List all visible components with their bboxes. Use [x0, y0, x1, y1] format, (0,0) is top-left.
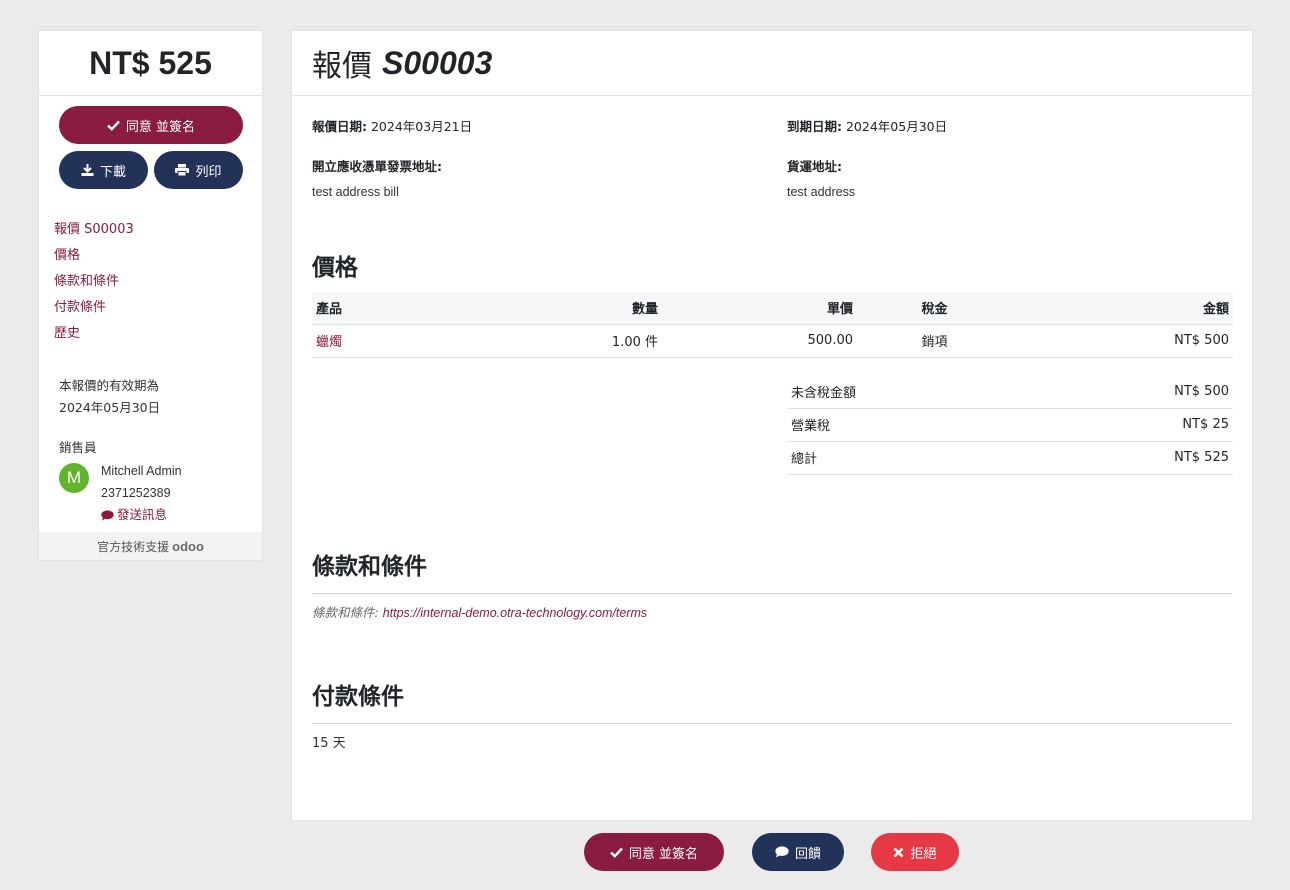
- chat-bubble-icon: [101, 509, 114, 521]
- nav-item-pricing[interactable]: 價格: [54, 243, 247, 269]
- page-title: 報價 S00003: [292, 31, 1252, 96]
- row-unit-price: 500.00: [662, 324, 857, 358]
- section-nav: 報價 S00003 價格 條款和條件 付款條件 歷史: [39, 189, 262, 347]
- terms-text: 條款和條件: https://internal-demo.otra-techno…: [312, 602, 1232, 621]
- validity-date: 2024年05月30日: [59, 400, 161, 415]
- quotation-info: 報價日期: 2024年03月21日 開立應收憑單發票地址: test addre…: [312, 96, 1232, 204]
- shipping-address-label: 貨運地址:: [787, 159, 842, 174]
- subtotal-label: 未含稅金額: [791, 386, 857, 401]
- accept-sign-button[interactable]: 同意 並簽名: [59, 106, 243, 144]
- terms-link[interactable]: https://internal-demo.otra-technology.co…: [383, 606, 647, 620]
- send-message-label: 發送訊息: [117, 507, 168, 522]
- col-quantity: 數量: [572, 292, 662, 325]
- col-unit-price: 單價: [662, 292, 857, 325]
- tax-row: 營業稅 NT$ 25: [787, 409, 1233, 442]
- pricing-heading: 價格: [312, 255, 358, 281]
- payment-terms-value: 15 天: [312, 735, 346, 751]
- odoo-logo: odoo: [172, 538, 204, 554]
- validity-text: 本報價的有效期為: [59, 378, 160, 393]
- quote-date: 報價日期: 2024年03月21日: [312, 116, 787, 138]
- support-footer[interactable]: 官方技術支援 odoo: [39, 532, 262, 560]
- pricing-table: 產品 數量 單價 稅金 金額 蠟燭 1.00 件 500.00 銷項 NT$ 5…: [312, 292, 1233, 358]
- feedback-button[interactable]: 回饋: [752, 833, 844, 871]
- salesperson-section: 銷售員 M Mitchell Admin 2371252389 發送訊息: [39, 419, 262, 526]
- download-icon: [81, 164, 94, 176]
- invoice-address-label: 開立應收憑單發票地址:: [312, 159, 442, 174]
- payment-terms-heading: 付款條件: [312, 677, 1232, 724]
- total-value: NT$ 525: [1174, 450, 1229, 465]
- feedback-label: 回饋: [794, 846, 821, 862]
- print-button[interactable]: 列印: [154, 151, 243, 189]
- sidebar-actions: 同意 並簽名 下載 列印: [39, 96, 262, 189]
- shipping-address: 貨運地址: test address: [787, 156, 1232, 204]
- nav-item-payment-terms[interactable]: 付款條件: [54, 295, 247, 321]
- invoice-address-value: test address bill: [312, 185, 399, 199]
- col-product: 產品: [312, 292, 572, 325]
- table-row: 蠟燭 1.00 件 500.00 銷項 NT$ 500: [312, 324, 1233, 358]
- quote-date-label: 報價日期:: [312, 119, 367, 134]
- row-product[interactable]: 蠟燭: [312, 324, 572, 358]
- reject-label: 拒絕: [910, 846, 937, 862]
- reject-button[interactable]: 拒絕: [871, 833, 959, 871]
- row-quantity: 1.00 件: [572, 324, 662, 358]
- row-tax: 銷項: [857, 324, 1012, 358]
- quote-date-value: 2024年03月21日: [370, 119, 473, 134]
- send-message-link[interactable]: 發送訊息: [101, 504, 182, 526]
- expiry-date-label: 到期日期:: [787, 119, 842, 134]
- subtotal-value: NT$ 500: [1174, 384, 1229, 399]
- salesperson-card: M Mitchell Admin 2371252389 發送訊息: [59, 460, 242, 526]
- check-icon: [610, 847, 623, 858]
- nav-item-quote[interactable]: 報價 S00003: [54, 217, 247, 243]
- expiry-date-value: 2024年05月30日: [845, 119, 948, 134]
- printer-icon: [175, 164, 190, 176]
- nav-item-history[interactable]: 歷史: [54, 321, 247, 347]
- left-info-col: 報價日期: 2024年03月21日 開立應收憑單發票地址: test addre…: [312, 116, 787, 204]
- download-button[interactable]: 下載: [59, 151, 148, 189]
- quotation-content: 報價日期: 2024年03月21日 開立應收憑單發票地址: test addre…: [292, 96, 1252, 751]
- invoice-address: 開立應收憑單發票地址: test address bill: [312, 156, 787, 204]
- nav-item-terms[interactable]: 條款和條件: [54, 269, 247, 295]
- salesperson-name: Mitchell Admin: [101, 464, 182, 478]
- tax-value: NT$ 25: [1182, 417, 1229, 432]
- subtotal-row: 未含稅金額 NT$ 500: [787, 376, 1233, 409]
- salesperson-info: Mitchell Admin 2371252389 發送訊息: [101, 460, 182, 526]
- row-amount: NT$ 500: [1012, 324, 1233, 358]
- col-amount: 金額: [1012, 292, 1233, 325]
- doc-actions: 下載 列印: [59, 151, 243, 189]
- quotation-reference: S00003: [382, 44, 493, 81]
- salesperson-label: 銷售員: [59, 440, 97, 455]
- terms-label: 條款和條件:: [312, 604, 379, 620]
- validity-info: 本報價的有效期為 2024年05月30日: [39, 347, 262, 419]
- accept-sign-bottom-button[interactable]: 同意 並簽名: [584, 833, 724, 871]
- close-icon: [893, 847, 904, 858]
- total-row: 總計 NT$ 525: [787, 442, 1233, 475]
- accept-sign-label: 同意 並簽名: [125, 119, 196, 135]
- total-amount: NT$ 525: [39, 31, 262, 96]
- right-info-col: 到期日期: 2024年05月30日 貨運地址: test address: [787, 116, 1232, 204]
- title-prefix: 報價: [312, 49, 372, 84]
- total-label: 總計: [791, 452, 818, 467]
- col-tax: 稅金: [857, 292, 1012, 325]
- quotation-panel: 報價 S00003 報價日期: 2024年03月21日 開立應收憑單發票地址: …: [291, 30, 1253, 821]
- terms-heading: 條款和條件: [312, 547, 1232, 594]
- chat-bubble-icon: [775, 846, 789, 858]
- sidebar: NT$ 525 同意 並簽名 下載 列印 報價 S00003 價格 條款和條件 …: [38, 30, 263, 561]
- tax-label: 營業稅: [791, 419, 831, 434]
- table-header-row: 產品 數量 單價 稅金 金額: [312, 292, 1233, 325]
- download-label: 下載: [99, 164, 126, 180]
- print-label: 列印: [195, 164, 222, 180]
- expiry-date: 到期日期: 2024年05月30日: [787, 116, 1232, 138]
- accept-sign-bottom-label: 同意 並簽名: [628, 846, 699, 862]
- totals-summary: 未含稅金額 NT$ 500 營業稅 NT$ 25 總計 NT$ 525: [787, 376, 1233, 475]
- support-text: 官方技術支援: [97, 539, 170, 554]
- payment-terms-section: 付款條件 15 天: [312, 677, 1232, 751]
- avatar: M: [59, 463, 89, 493]
- bottom-actions: 同意 並簽名 回饋 拒絕: [0, 833, 1290, 873]
- shipping-address-value: test address: [787, 185, 856, 199]
- check-icon: [107, 120, 120, 131]
- product-link[interactable]: 蠟燭: [316, 335, 342, 350]
- terms-section: 條款和條件 條款和條件: https://internal-demo.otra-…: [312, 547, 1232, 621]
- salesperson-phone: 2371252389: [101, 486, 171, 500]
